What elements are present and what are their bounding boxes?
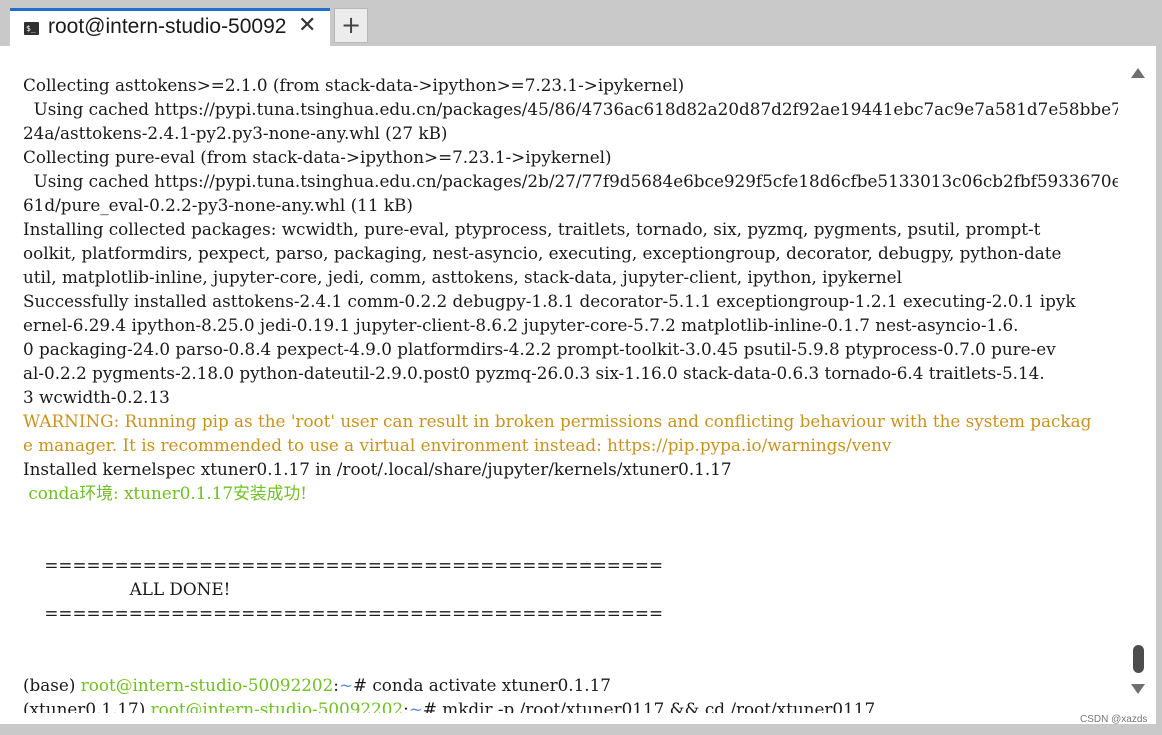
- terminal-line: ernel-6.29.4 ipython-8.25.0 jedi-0.19.1 …: [23, 313, 1118, 337]
- terminal-text-segment: ~: [408, 699, 423, 713]
- terminal-text-segment: (xtuner0.1.17): [23, 699, 151, 713]
- terminal-text-segment: al-0.2.2 pygments-2.18.0 python-dateutil…: [23, 363, 1045, 383]
- terminal-line: Successfully installed asttokens-2.4.1 c…: [23, 289, 1118, 313]
- terminal-text-segment: ernel-6.29.4 ipython-8.25.0 jedi-0.19.1 …: [23, 315, 1019, 335]
- terminal-text-segment: ALL DONE!: [23, 579, 231, 599]
- terminal-text-segment: Using cached https://pypi.tuna.tsinghua.…: [23, 171, 1118, 191]
- terminal-text-segment: Using cached https://pypi.tuna.tsinghua.…: [23, 99, 1118, 119]
- terminal-top-margin: [0, 46, 1162, 66]
- terminal-text-segment: root@intern-studio-50092202: [150, 699, 404, 713]
- terminal-text-segment: ~: [338, 675, 354, 695]
- terminal-text-segment: e manager. It is recommended to use a vi…: [23, 435, 892, 455]
- terminal-line: 0 packaging-24.0 parso-0.8.4 pexpect-4.9…: [23, 337, 1118, 361]
- watermark: CSDN @xazds: [1080, 714, 1148, 725]
- tab-bar: $_ root@intern-studio-50092 ✕ +: [0, 0, 1162, 46]
- terminal-line: Using cached https://pypi.tuna.tsinghua.…: [23, 169, 1118, 193]
- new-tab-button[interactable]: +: [334, 8, 368, 43]
- terminal-text-segment: ========================================…: [23, 603, 664, 623]
- terminal-text-segment: Successfully installed asttokens-2.4.1 c…: [23, 291, 1076, 311]
- terminal-output[interactable]: Collecting asttokens>=2.1.0 (from stack-…: [23, 73, 1118, 713]
- terminal-line: al-0.2.2 pygments-2.18.0 python-dateutil…: [23, 361, 1118, 385]
- terminal-icon: $_: [24, 22, 39, 35]
- terminal-text-segment: 24a/asttokens-2.4.1-py2.py3-none-any.whl…: [23, 123, 448, 143]
- terminal-line: Using cached https://pypi.tuna.tsinghua.…: [23, 97, 1118, 121]
- terminal-line: Installed kernelspec xtuner0.1.17 in /ro…: [23, 457, 1118, 481]
- terminal-line: 3 wcwidth-0.2.13: [23, 385, 1118, 409]
- terminal-line: (xtuner0.1.17) root@intern-studio-500922…: [23, 697, 1118, 713]
- terminal-line: WARNING: Running pip as the 'root' user …: [23, 409, 1118, 433]
- terminal-text-segment: root@intern-studio-50092202: [80, 675, 334, 695]
- terminal-line: Installing collected packages: wcwidth, …: [23, 217, 1118, 241]
- terminal-text-segment: # mkdir -p /root/xtuner0117 && cd /root/…: [422, 699, 876, 713]
- terminal-text-segment: WARNING: Running pip as the 'root' user …: [23, 411, 1092, 431]
- terminal-text-segment: oolkit, platformdirs, pexpect, parso, pa…: [23, 243, 1062, 263]
- terminal-line: Collecting asttokens>=2.1.0 (from stack-…: [23, 73, 1118, 97]
- terminal-line: ========================================…: [23, 553, 1118, 577]
- terminal-text-segment: 3 wcwidth-0.2.13: [23, 387, 170, 407]
- window-bottom-edge: [0, 724, 1162, 735]
- window-right-edge: [1156, 46, 1162, 735]
- terminal-line: ========================================…: [23, 601, 1118, 625]
- terminal-text-segment: Collecting asttokens>=2.1.0 (from stack-…: [23, 75, 685, 95]
- terminal-text-segment: Installed kernelspec xtuner0.1.17 in /ro…: [23, 459, 732, 479]
- terminal-text-segment: Installing collected packages: wcwidth, …: [23, 219, 1041, 239]
- terminal-line: oolkit, platformdirs, pexpect, parso, pa…: [23, 241, 1118, 265]
- terminal-text-segment: # conda activate xtuner0.1.17: [353, 675, 611, 695]
- tab-title: root@intern-studio-50092: [48, 15, 287, 38]
- terminal-text-segment: ========================================…: [23, 555, 664, 575]
- terminal-line: e manager. It is recommended to use a vi…: [23, 433, 1118, 457]
- close-icon[interactable]: ✕: [298, 13, 316, 38]
- terminal-text-segment: (base): [23, 675, 81, 695]
- scroll-down-arrow-icon[interactable]: [1131, 684, 1145, 694]
- terminal-text-segment: Collecting pure-eval (from stack-data->i…: [23, 147, 612, 167]
- tab-terminal[interactable]: $_ root@intern-studio-50092 ✕: [10, 8, 330, 46]
- terminal-line: util, matplotlib-inline, jupyter-core, j…: [23, 265, 1118, 289]
- terminal-line: 61d/pure_eval-0.2.2-py3-none-any.whl (11…: [23, 193, 1118, 217]
- terminal-line: Collecting pure-eval (from stack-data->i…: [23, 145, 1118, 169]
- terminal-line: ALL DONE!: [23, 577, 1118, 601]
- terminal-line: 24a/asttokens-2.4.1-py2.py3-none-any.whl…: [23, 121, 1118, 145]
- terminal-text-segment: util, matplotlib-inline, jupyter-core, j…: [23, 267, 902, 287]
- scroll-up-arrow-icon[interactable]: [1131, 68, 1145, 78]
- scrollbar-thumb[interactable]: [1133, 645, 1144, 673]
- terminal-text-segment: 0 packaging-24.0 parso-0.8.4 pexpect-4.9…: [23, 339, 1056, 359]
- terminal-text-segment: conda环境: xtuner0.1.17安装成功!: [23, 483, 307, 503]
- terminal-line: conda环境: xtuner0.1.17安装成功!: [23, 481, 1118, 505]
- terminal-line: (base) root@intern-studio-50092202:~# co…: [23, 673, 1118, 697]
- terminal-text-segment: 61d/pure_eval-0.2.2-py3-none-any.whl (11…: [23, 195, 413, 215]
